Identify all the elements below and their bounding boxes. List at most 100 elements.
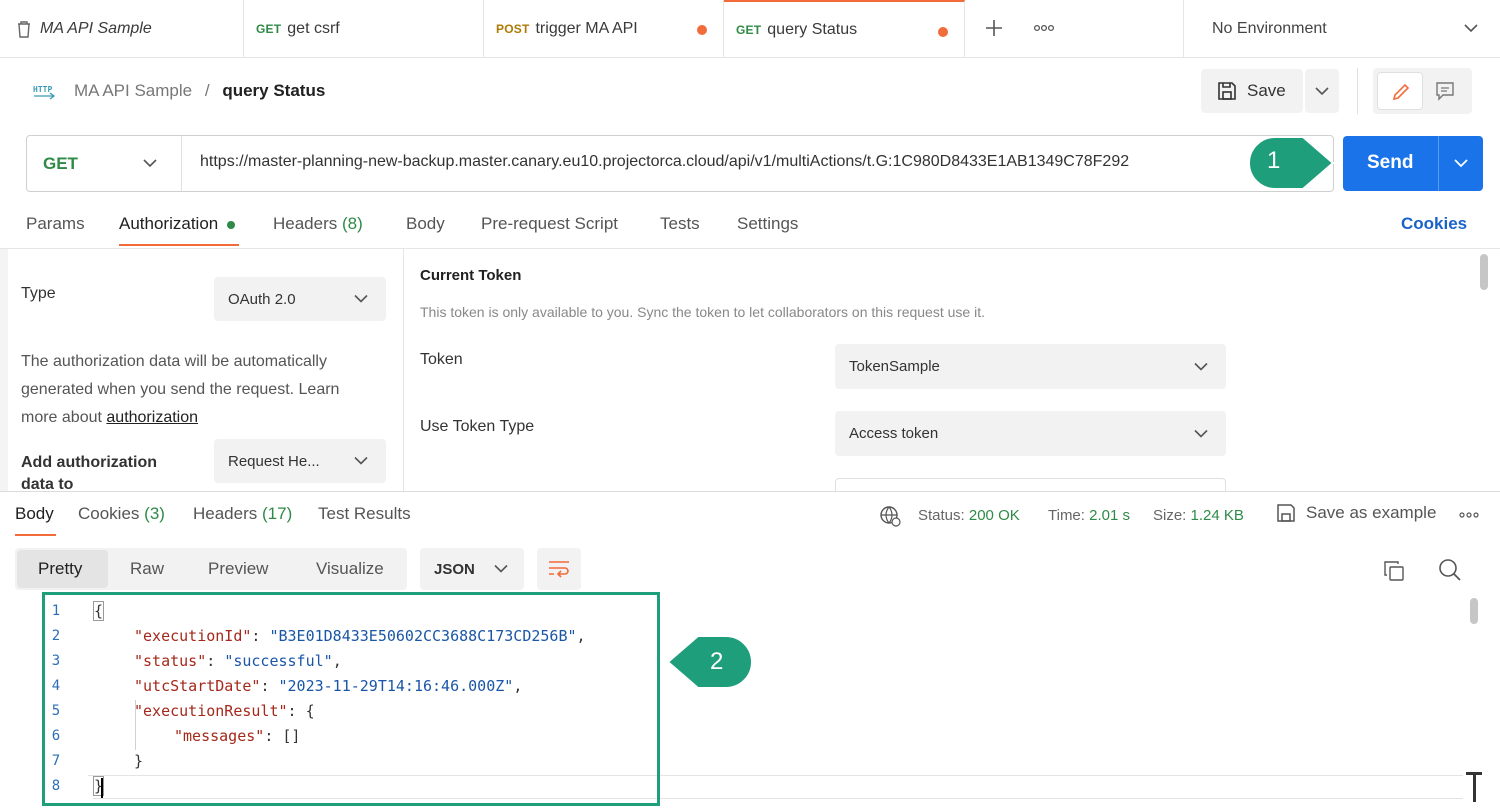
- save-label: Save: [1247, 81, 1286, 100]
- url-bar: GET https://master-planning-new-backup.m…: [26, 135, 1334, 192]
- page-title: query Status: [222, 81, 326, 100]
- response-tab-cookies[interactable]: Cookies (3): [78, 504, 165, 524]
- method-select[interactable]: GET: [27, 136, 182, 191]
- tab-authorization[interactable]: Authorization: [119, 214, 235, 234]
- tab-get-csrf[interactable]: GET get csrf: [244, 0, 484, 58]
- tab-settings[interactable]: Settings: [737, 214, 798, 234]
- callout-badge-2: 2: [664, 632, 756, 694]
- pane-divider[interactable]: [0, 491, 1500, 492]
- time-label: Time:: [1048, 507, 1085, 524]
- mode-preview[interactable]: Preview: [208, 559, 268, 579]
- response-size: Size: 1.24 KB: [1153, 507, 1244, 524]
- headers-count: (8): [342, 214, 363, 233]
- add-auth-to-select[interactable]: Request He...: [214, 439, 386, 483]
- response-tab-headers[interactable]: Headers (17): [193, 504, 292, 524]
- wrap-lines-button[interactable]: [537, 548, 581, 590]
- divider: [1357, 68, 1358, 114]
- mode-visualize[interactable]: Visualize: [316, 559, 384, 579]
- active-dot: [226, 220, 235, 229]
- pencil-icon: [1391, 82, 1411, 102]
- auth-description: The authorization data will be automatic…: [21, 348, 339, 432]
- chevron-down-icon: [354, 456, 368, 466]
- tab-pre-request-script[interactable]: Pre-request Script: [481, 214, 618, 234]
- more-icon[interactable]: [1459, 511, 1479, 519]
- token-type-label: Use Token Type: [420, 418, 535, 435]
- tab-collection[interactable]: MA API Sample: [0, 0, 244, 58]
- scrollbar-thumb[interactable]: [1470, 598, 1478, 624]
- add-auth-to-value: Request He...: [228, 452, 320, 470]
- more-icon[interactable]: [1033, 22, 1055, 34]
- copy-icon[interactable]: [1383, 560, 1405, 582]
- plus-icon[interactable]: [984, 18, 1004, 38]
- tab-tests[interactable]: Tests: [660, 214, 700, 234]
- tab-params[interactable]: Params: [26, 214, 85, 234]
- tab-label: MA API Sample: [40, 20, 152, 37]
- method-badge: GET: [736, 23, 762, 37]
- cookies-link[interactable]: Cookies: [1401, 214, 1467, 234]
- size-label: Size:: [1153, 507, 1187, 524]
- method-badge: POST: [496, 22, 530, 36]
- edit-mode-button[interactable]: [1377, 72, 1423, 110]
- token-label: Token: [420, 351, 463, 368]
- chevron-down-icon[interactable]: [1454, 159, 1468, 168]
- mode-pretty[interactable]: Pretty: [38, 559, 82, 579]
- auth-type-value: OAuth 2.0: [228, 290, 296, 308]
- auth-description-line: generated when you send the request. Lea…: [21, 381, 340, 398]
- url-input[interactable]: https://master-planning-new-backup.maste…: [200, 153, 1310, 171]
- token-select[interactable]: TokenSample: [835, 344, 1226, 389]
- tab-headers[interactable]: Headers (8): [273, 214, 363, 234]
- chevron-down-icon: [143, 159, 157, 168]
- tab-bar: MA API Sample GET get csrf POST trigger …: [0, 0, 1500, 58]
- breadcrumb: MA API Sample / query Status: [74, 81, 325, 101]
- token-field-partial: [835, 478, 1226, 491]
- comment-icon[interactable]: [1435, 81, 1455, 101]
- response-tab-test-results[interactable]: Test Results: [318, 504, 411, 524]
- save-as-example-button[interactable]: Save as example: [1276, 503, 1436, 523]
- save-as-example-label: Save as example: [1306, 503, 1437, 522]
- breadcrumb-separator: /: [204, 81, 210, 100]
- callout-number: 1: [1267, 147, 1281, 174]
- authorization-link[interactable]: authorization: [106, 409, 198, 426]
- status-value: 200 OK: [968, 507, 1020, 524]
- save-button[interactable]: Save: [1201, 69, 1303, 113]
- tab-label: trigger MA API: [535, 20, 638, 37]
- status-label: Status:: [918, 507, 965, 524]
- chevron-down-icon: [1194, 429, 1208, 438]
- auth-type-select[interactable]: OAuth 2.0: [214, 277, 386, 321]
- tab-label: get csrf: [287, 20, 340, 37]
- tab-query-status[interactable]: GET query Status: [724, 0, 965, 58]
- label-line: data to: [21, 476, 74, 490]
- chevron-down-icon: [354, 294, 368, 304]
- tab-body[interactable]: Body: [406, 214, 445, 234]
- tab-label: Cookies: [78, 504, 140, 523]
- time-value: 2.01 s: [1089, 507, 1130, 524]
- panel-edge: [0, 249, 8, 491]
- tab-trigger-ma-api[interactable]: POST trigger MA API: [484, 0, 724, 58]
- label-line: Add authorization: [21, 454, 157, 471]
- save-options-button[interactable]: [1305, 69, 1339, 113]
- send-button[interactable]: Send: [1343, 136, 1483, 191]
- auth-description-line: more about: [21, 409, 107, 426]
- chevron-down-icon: [1315, 87, 1329, 96]
- format-select[interactable]: JSON: [420, 548, 524, 590]
- response-time: Time: 2.01 s: [1048, 507, 1130, 524]
- token-type-value: Access token: [849, 425, 939, 442]
- token-type-select[interactable]: Access token: [835, 411, 1226, 456]
- tab-label: Headers: [273, 214, 338, 233]
- chevron-down-icon: [1464, 24, 1478, 33]
- view-mode-toggle: Pretty Raw Preview Visualize: [15, 548, 407, 590]
- divider: [403, 249, 404, 491]
- auth-type-label: Type: [21, 285, 56, 302]
- divider: [0, 248, 1500, 249]
- search-icon[interactable]: [1438, 558, 1462, 582]
- unsaved-dot: [697, 25, 707, 35]
- scrollbar-thumb[interactable]: [1480, 254, 1488, 290]
- globe-icon[interactable]: [879, 505, 901, 527]
- add-auth-to-label: Add authorization data to: [21, 452, 157, 490]
- response-status: Status: 200 OK: [918, 507, 1020, 524]
- trash-icon: [16, 20, 32, 38]
- environment-select[interactable]: No Environment: [1183, 0, 1500, 58]
- response-tab-body[interactable]: Body: [15, 504, 54, 524]
- breadcrumb-collection[interactable]: MA API Sample: [74, 81, 192, 100]
- mode-raw[interactable]: Raw: [130, 559, 164, 579]
